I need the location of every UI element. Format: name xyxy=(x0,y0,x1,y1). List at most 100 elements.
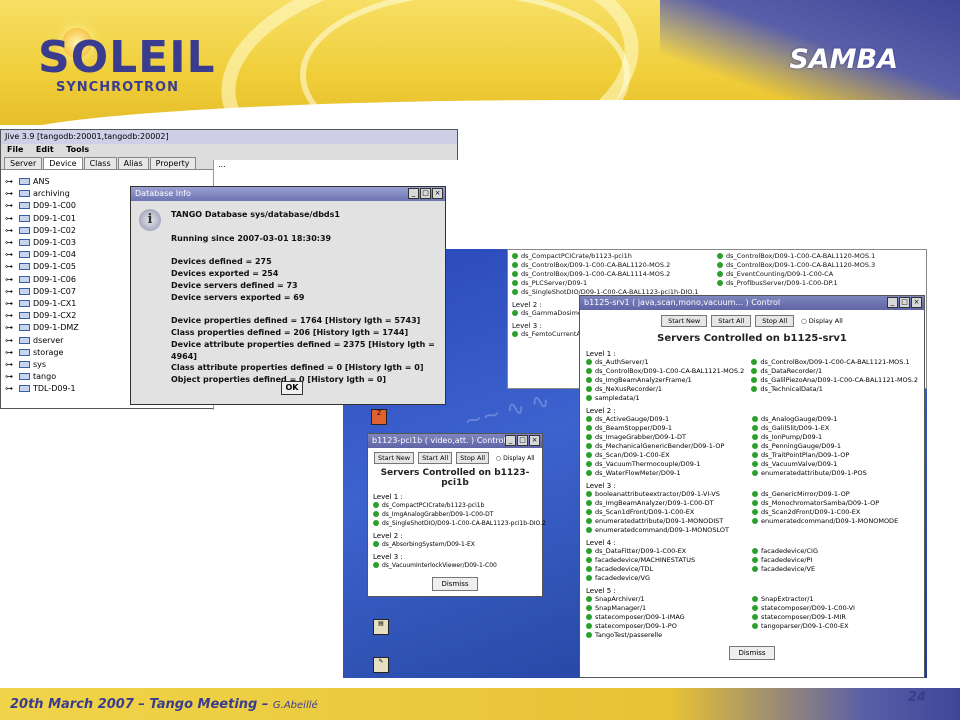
expand-toggle-icon[interactable]: ⊶ xyxy=(5,287,13,296)
close-icon[interactable]: × xyxy=(432,188,443,199)
tree-item-label: D09-1-C04 xyxy=(33,250,76,260)
expand-toggle-icon[interactable]: ⊶ xyxy=(5,384,13,393)
desktop-app-icon[interactable]: Z xyxy=(371,409,387,425)
server-name: statecomposer/D09-1-C00-VI xyxy=(761,604,855,612)
list-item: ds_IonPump/D09-1 xyxy=(752,433,918,442)
expand-toggle-icon[interactable]: ⊶ xyxy=(5,348,13,357)
server-name: ds_GalilPiezoAna/D09-1-C00-CA-BAL1121-MO… xyxy=(760,376,918,384)
list-item: TangoTest/passerelle xyxy=(586,631,752,640)
server-name: ds_MechanicalGenericBender/D09-1-OP xyxy=(595,442,725,450)
server-name: facadedevice/TDL xyxy=(595,565,654,573)
expand-toggle-icon[interactable]: ⊶ xyxy=(5,275,13,284)
close-icon[interactable]: × xyxy=(911,297,922,308)
tab-server[interactable]: Server xyxy=(4,157,43,169)
expand-toggle-icon[interactable]: ⊶ xyxy=(5,189,13,198)
expand-toggle-icon[interactable]: ⊶ xyxy=(5,177,13,186)
list-item: ds_DataRecorder/1 xyxy=(751,367,918,376)
expand-toggle-icon[interactable]: ⊶ xyxy=(5,311,13,320)
server-name: enumeratedattribute/D09-1-MONODIST xyxy=(595,517,724,525)
server-name: SnapManager/1 xyxy=(595,604,647,612)
level-columns: ds_ActiveGauge/D09-1 ds_BeamStopper/D09-1… xyxy=(586,415,918,478)
expand-toggle-icon[interactable]: ⊶ xyxy=(5,201,13,210)
ok-button[interactable]: OK xyxy=(281,381,303,395)
server-name: ds_PenningGauge/D09-1 xyxy=(761,442,841,450)
minimize-icon[interactable]: _ xyxy=(887,297,898,308)
display-all-radio[interactable]: ○ Display All xyxy=(801,317,843,325)
status-dot-icon xyxy=(586,527,592,533)
minimize-icon[interactable]: _ xyxy=(408,188,419,199)
back-panel-col2: ds_ControlBox/D09-1-C00-CA-BAL1120-MOS.1… xyxy=(717,252,922,297)
pci1b-level-list: Level 1 : ds_CompactPCICrate/b1123-pci1b d… xyxy=(368,488,546,571)
dbinfo-line xyxy=(171,244,445,256)
folder-icon xyxy=(19,275,30,283)
tree-item-label: D09-1-C02 xyxy=(33,225,76,235)
server-name: ds_WaterFlowMeter/D09-1 xyxy=(595,469,681,477)
maximize-icon[interactable]: □ xyxy=(899,297,910,308)
tab-device[interactable]: Device xyxy=(43,157,83,169)
expand-toggle-icon[interactable]: ⊶ xyxy=(5,226,13,235)
start-all-button[interactable]: Start All xyxy=(711,315,752,327)
status-dot-icon xyxy=(586,518,592,524)
menu-edit[interactable]: Edit xyxy=(36,145,54,154)
maximize-icon[interactable]: □ xyxy=(420,188,431,199)
expand-toggle-icon[interactable]: ⊶ xyxy=(5,262,13,271)
dbinfo-line: Devices defined = 275 xyxy=(171,257,272,267)
status-dot-icon xyxy=(586,623,592,629)
pci1b-titlebar[interactable]: b1123-pci1b ( video,att. ) Control _ □ × xyxy=(368,434,542,448)
list-item: enumeratedattribute/D09-1-POS xyxy=(752,469,918,478)
list-item: ds_VacuumValve/D09-1 xyxy=(752,460,918,469)
expand-toggle-icon[interactable]: ⊶ xyxy=(5,336,13,345)
server-name: facadedevice/PI xyxy=(761,556,813,564)
server-name: facadedevice/CIG xyxy=(761,547,818,555)
menu-tools[interactable]: Tools xyxy=(66,145,89,154)
tab-class[interactable]: Class xyxy=(83,157,117,169)
dbinfo-titlebar[interactable]: Database Info _ □ × xyxy=(131,187,445,201)
dbinfo-line: TANGO Database sys/database/dbds1 xyxy=(171,210,340,219)
stop-all-button[interactable]: Stop All xyxy=(755,315,795,327)
expand-toggle-icon[interactable]: ⊶ xyxy=(5,250,13,259)
start-new-button[interactable]: Start New xyxy=(661,315,708,327)
level-label: Level 1 : xyxy=(586,350,616,358)
dbinfo-line: Running since 2007-03-01 18:30:39 xyxy=(171,233,332,243)
list-item: statecomposer/D09-1-IMAG xyxy=(586,613,752,622)
dismiss-button[interactable]: Dismiss xyxy=(729,646,775,660)
expand-toggle-icon[interactable]: ⊶ xyxy=(5,299,13,308)
status-dot-icon xyxy=(717,280,723,286)
tree-item-label: sys xyxy=(33,360,47,370)
start-new-button[interactable]: Start New xyxy=(374,452,415,464)
expand-toggle-icon[interactable]: ⊶ xyxy=(5,360,13,369)
folder-icon xyxy=(19,324,30,332)
expand-toggle-icon[interactable]: ⊶ xyxy=(5,323,13,332)
jive-titlebar[interactable]: Jive 3.9 [tangodb:20001,tangodb:20002] xyxy=(1,130,457,144)
minimize-icon[interactable]: _ xyxy=(505,435,516,446)
level-col-b: facadedevice/CIG facadedevice/PI facadedev… xyxy=(752,547,918,583)
maximize-icon[interactable]: □ xyxy=(517,435,528,446)
list-item: ds_NeXusRecorder/1 xyxy=(586,385,751,394)
folder-icon xyxy=(19,263,30,271)
status-dot-icon xyxy=(752,443,758,449)
srv1-level-list: Level 1 : ds_AuthServer/1 ds_ControlBox/D0… xyxy=(580,344,924,642)
expand-toggle-icon[interactable]: ⊶ xyxy=(5,238,13,247)
desktop-pen-icon[interactable]: ✎ xyxy=(373,657,389,673)
start-all-button[interactable]: Start All xyxy=(418,452,453,464)
expand-toggle-icon[interactable]: ⊶ xyxy=(5,372,13,381)
expand-toggle-icon[interactable]: ⊶ xyxy=(5,214,13,223)
stop-all-button[interactable]: Stop All xyxy=(456,452,490,464)
status-dot-icon xyxy=(586,614,592,620)
display-all-radio[interactable]: ○ Display All xyxy=(496,455,535,462)
dbinfo-line: Class attribute properties defined = 0 [… xyxy=(171,363,424,373)
tab-property[interactable]: Property xyxy=(149,157,196,169)
status-dot-icon xyxy=(586,452,592,458)
dbinfo-line xyxy=(171,221,445,233)
list-item: ds_Scan1dFront/D09-1-C00-EX xyxy=(586,508,752,517)
tab-alias[interactable]: Alias xyxy=(117,157,149,169)
status-dot-icon xyxy=(752,416,758,422)
menu-file[interactable]: File xyxy=(7,145,23,154)
status-dot-icon xyxy=(717,253,723,259)
desktop-file-icon[interactable]: ▤ xyxy=(373,619,389,635)
status-dot-icon xyxy=(586,566,592,572)
close-icon[interactable]: × xyxy=(529,435,540,446)
srv1-titlebar[interactable]: b1125-srv1 ( java,scan,mono,vacuum... ) … xyxy=(580,296,924,310)
level-columns: SnapArchiver/1 SnapManager/1 statecomposer… xyxy=(586,595,918,640)
dismiss-button[interactable]: Dismiss xyxy=(432,577,478,591)
